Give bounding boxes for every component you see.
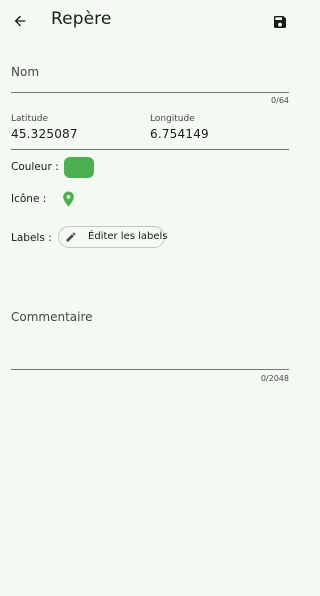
icon-label: Icône : (11, 193, 47, 205)
location-pin-icon (62, 191, 74, 207)
app-bar: Repère (0, 0, 300, 44)
comment-field-label: Commentaire (11, 310, 93, 324)
icon-picker-button[interactable] (60, 190, 76, 208)
labels-label: Labels : (11, 232, 52, 244)
longitude-label: Longitude (150, 114, 195, 124)
page-title: Repère (51, 9, 112, 29)
latitude-field[interactable]: Latitude 45.325087 (11, 113, 78, 141)
comment-field[interactable]: Commentaire (11, 300, 289, 370)
longitude-value: 6.754149 (150, 127, 209, 141)
save-icon (274, 16, 286, 28)
name-field-label: Nom (11, 65, 40, 79)
latitude-label: Latitude (11, 114, 49, 124)
color-label: Couleur : (11, 161, 59, 173)
edit-labels-button[interactable]: Éditer les labels (58, 226, 168, 248)
coordinates-section: Latitude 45.325087 Longitude 6.754149 (11, 113, 289, 150)
color-swatch-button[interactable] (64, 157, 94, 178)
name-field[interactable]: Nom (11, 55, 289, 93)
name-counter: 0/64 (271, 96, 289, 105)
edit-labels-button-label: Éditer les labels (88, 231, 168, 242)
latitude-value: 45.325087 (11, 127, 78, 141)
longitude-field[interactable]: Longitude 6.754149 (150, 113, 209, 141)
pencil-icon (66, 232, 76, 242)
save-button[interactable] (268, 10, 292, 34)
arrow-back-icon (14, 15, 26, 27)
comment-counter: 0/2048 (260, 374, 289, 383)
back-button[interactable] (8, 9, 32, 33)
